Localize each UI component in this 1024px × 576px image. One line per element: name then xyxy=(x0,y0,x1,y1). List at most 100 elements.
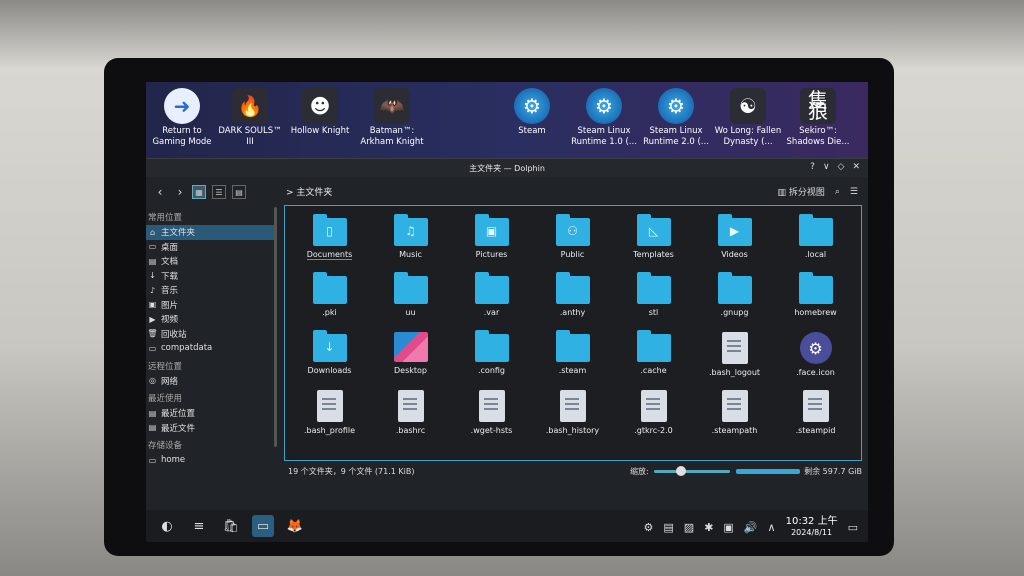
place-icon: ▭ xyxy=(148,455,157,465)
file-item[interactable]: homebrew xyxy=(775,272,856,330)
sidebar-item[interactable]: ▤ 最近文件 xyxy=(146,421,276,436)
show-desktop-icon[interactable]: ▭ xyxy=(848,521,858,534)
desktop-icon-image: ⚙ xyxy=(586,88,622,124)
sidebar-item[interactable]: ▭ home xyxy=(146,453,276,468)
file-item[interactable]: .gtkrc-2.0 xyxy=(613,388,694,446)
file-name: .steampath xyxy=(711,426,758,435)
file-item[interactable]: stl xyxy=(613,272,694,330)
file-item[interactable]: Desktop xyxy=(370,330,451,388)
desktop-icon[interactable]: 隻狼 Sekiro™: Shadows Die... xyxy=(782,88,854,148)
file-name: Pictures xyxy=(475,250,508,259)
details-view-icon[interactable]: ▤ xyxy=(232,185,246,199)
sidebar-item[interactable]: ↓ 下载 xyxy=(146,269,276,284)
file-item[interactable]: .config xyxy=(451,330,532,388)
file-item[interactable]: ↓ Downloads xyxy=(289,330,370,388)
forward-button[interactable]: › xyxy=(172,184,188,200)
taskbar-app-icon[interactable]: 🦊 xyxy=(284,515,306,537)
file-item[interactable]: .gnupg xyxy=(694,272,775,330)
tray-icon[interactable]: ▣ xyxy=(723,521,733,534)
tray-icon[interactable]: ⚙ xyxy=(644,521,654,534)
desktop-icon-image: ⚙ xyxy=(658,88,694,124)
breadcrumb[interactable]: > 主文件夹 xyxy=(286,185,332,198)
file-item[interactable]: .steampath xyxy=(694,388,775,446)
search-icon[interactable]: ⌕ xyxy=(835,187,840,197)
sidebar-scrollbar[interactable] xyxy=(274,207,277,447)
file-item[interactable]: .cache xyxy=(613,330,694,388)
desktop-icon-image: 🦇 xyxy=(374,88,410,124)
sidebar-item[interactable]: ♪ 音乐 xyxy=(146,283,276,298)
file-name: .cache xyxy=(640,366,667,375)
sidebar-item[interactable]: ⌂ 主文件夹 xyxy=(146,225,276,240)
folder-icon xyxy=(798,214,833,246)
desktop-icon[interactable]: ⚙ Steam xyxy=(496,88,568,137)
taskbar-app-icon[interactable]: 🛍 xyxy=(220,515,242,537)
window-control-icon[interactable]: ✕ xyxy=(852,162,860,172)
sidebar-item[interactable]: ▤ 最近位置 xyxy=(146,406,276,421)
file-item[interactable]: .pki xyxy=(289,272,370,330)
desktop-icon[interactable]: ⚙ Steam Linux Runtime 2.0 (... xyxy=(640,88,712,148)
split-view-button[interactable]: ▥ 拆分视图 xyxy=(777,185,824,198)
sidebar-item[interactable]: ▭ compatdata xyxy=(146,341,276,356)
sidebar-item[interactable]: ▶ 视频 xyxy=(146,312,276,327)
file-item[interactable]: ♫ Music xyxy=(370,214,451,272)
tray-icon[interactable]: ✱ xyxy=(704,521,713,534)
tray-icon[interactable]: ∧ xyxy=(768,521,776,534)
file-item[interactable]: ⚇ Public xyxy=(532,214,613,272)
sidebar-item-label: 最近位置 xyxy=(161,409,196,420)
tray-icon[interactable]: ▤ xyxy=(663,521,673,534)
desktop-icon-label: Steam Linux Runtime 2.0 (... xyxy=(643,126,709,147)
file-item[interactable]: .local xyxy=(775,214,856,272)
desktop-icon[interactable]: 🔥 DARK SOULS™ III xyxy=(214,88,286,148)
file-item[interactable]: ▣ Pictures xyxy=(451,214,532,272)
file-item[interactable]: .var xyxy=(451,272,532,330)
file-name: .wget-hsts xyxy=(470,426,513,435)
taskbar-app-icon[interactable]: ▭ xyxy=(252,515,274,537)
back-button[interactable]: ‹ xyxy=(152,184,168,200)
compact-view-icon[interactable]: ☰ xyxy=(212,185,226,199)
place-icon: ⌂ xyxy=(149,227,156,237)
sidebar-item[interactable]: ▣ 图片 xyxy=(146,298,276,313)
window-control-icon[interactable]: ? xyxy=(810,162,815,172)
sidebar-item[interactable]: ▭ 桌面 xyxy=(146,240,276,255)
file-item[interactable]: .steam xyxy=(532,330,613,388)
desktop-icon[interactable]: ☻ Hollow Knight xyxy=(284,88,356,137)
zoom-label: 缩放: xyxy=(630,467,649,476)
sidebar-item[interactable]: ▤ 文档 xyxy=(146,254,276,269)
window-titlebar[interactable]: 主文件夹 — Dolphin ? ∨ ◇ ✕ xyxy=(146,159,868,177)
file-item[interactable]: uu xyxy=(370,272,451,330)
file-item[interactable]: ▯ Documents xyxy=(289,214,370,272)
desktop-icon[interactable]: ☯ Wo Long: Fallen Dynasty (... xyxy=(712,88,784,148)
taskbar-app-icon[interactable]: ≡ xyxy=(188,515,210,537)
place-icon: ▤ xyxy=(148,423,157,433)
file-item[interactable]: .anthy xyxy=(532,272,613,330)
sidebar-item[interactable]: ◎ 网络 xyxy=(146,374,276,389)
file-item[interactable]: .bash_profile xyxy=(289,388,370,446)
tray-icon[interactable]: 🔊 xyxy=(744,521,758,534)
file-item[interactable]: ⚙ .face.icon xyxy=(775,330,856,388)
window-control-icon[interactable]: ∨ xyxy=(823,162,830,172)
file-item[interactable]: .wget-hsts xyxy=(451,388,532,446)
file-item[interactable]: .bashrc xyxy=(370,388,451,446)
window-control-icon[interactable]: ◇ xyxy=(838,162,845,172)
file-name: .bash_logout xyxy=(708,368,761,377)
file-item[interactable]: ◺ Templates xyxy=(613,214,694,272)
file-name: .gnupg xyxy=(720,308,749,317)
icons-view-icon[interactable]: ▦ xyxy=(192,185,206,199)
file-item[interactable]: .steampid xyxy=(775,388,856,446)
tray-icon[interactable]: ▨ xyxy=(684,521,694,534)
file-item[interactable]: .bash_logout xyxy=(694,330,775,388)
file-name: .face.icon xyxy=(796,368,835,377)
clock[interactable]: 10:32 上午 2024/8/11 xyxy=(786,516,838,538)
desktop-icon[interactable]: 🦇 Batman™: Arkham Knight xyxy=(356,88,428,148)
zoom-slider-handle[interactable] xyxy=(676,466,686,476)
desktop-icon[interactable]: ⚙ Steam Linux Runtime 1.0 (... xyxy=(568,88,640,148)
file-item[interactable]: .bash_history xyxy=(532,388,613,446)
zoom-slider[interactable] xyxy=(654,470,730,473)
file-name: Music xyxy=(399,250,422,259)
desktop-icon[interactable]: ➜ Return to Gaming Mode xyxy=(146,88,218,148)
menu-icon[interactable]: ☰ xyxy=(850,187,858,197)
file-item[interactable]: ▶ Videos xyxy=(694,214,775,272)
taskbar-app-icon[interactable]: ◐ xyxy=(156,515,178,537)
free-space-bar xyxy=(736,469,800,474)
sidebar-item[interactable]: 🗑 回收站 xyxy=(146,327,276,342)
